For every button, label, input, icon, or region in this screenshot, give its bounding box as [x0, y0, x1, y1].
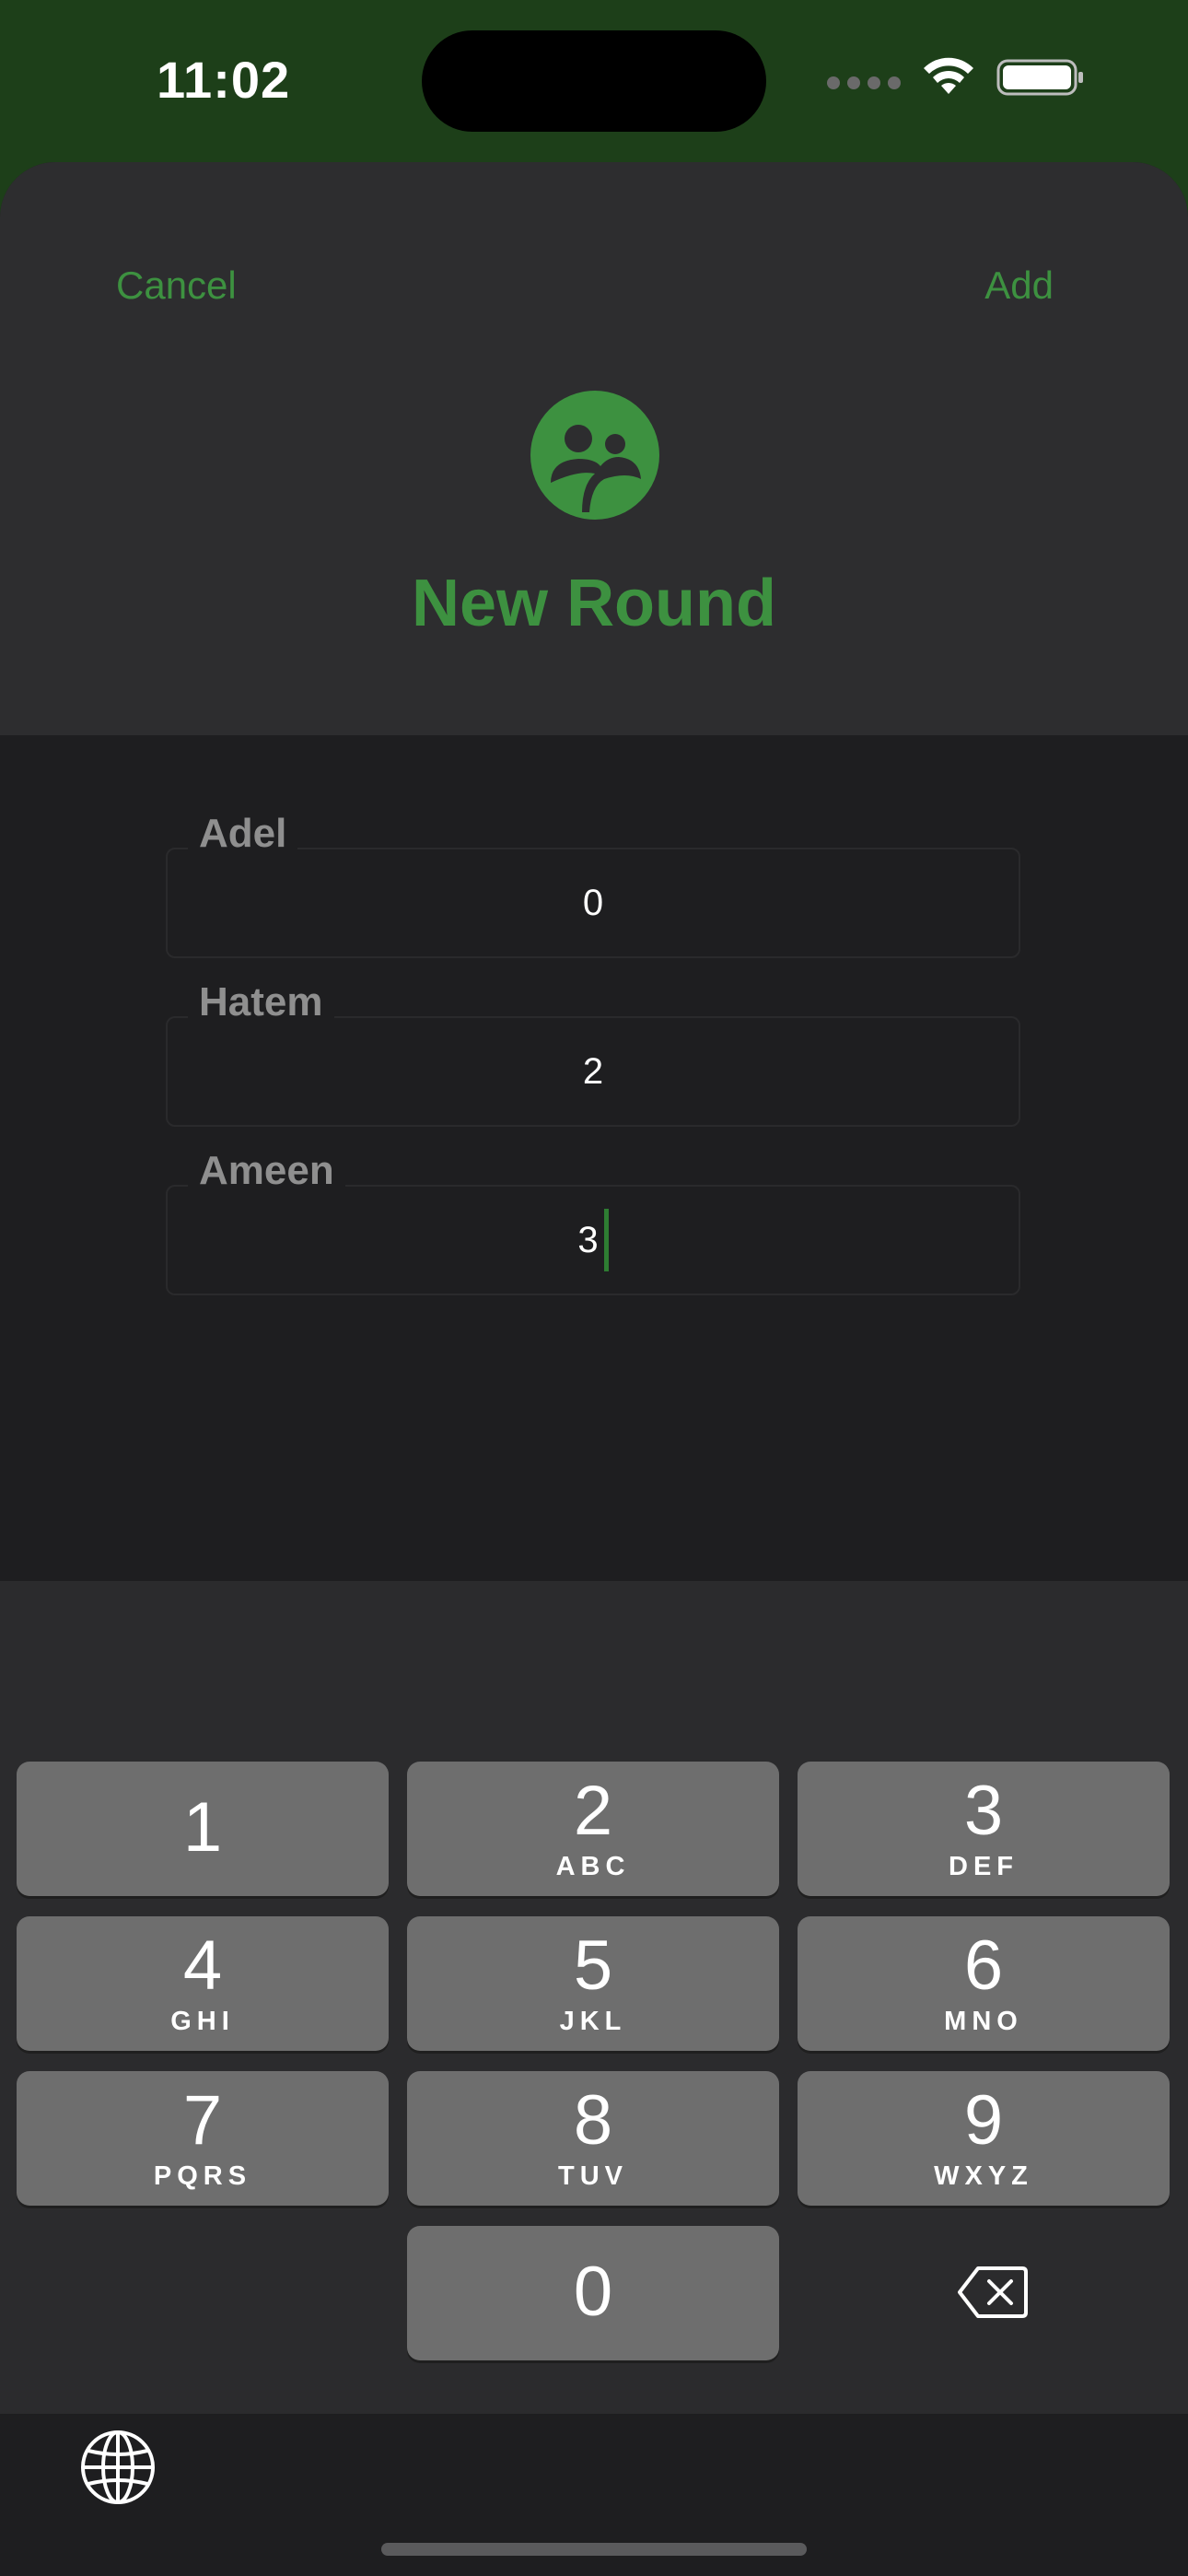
key-digit: 1	[182, 1788, 223, 1867]
page-title: New Round	[412, 567, 776, 640]
score-value: 2	[582, 1050, 604, 1092]
key-letters: MNO	[944, 2007, 1023, 2036]
key-0[interactable]: 0	[407, 2226, 779, 2360]
key-digit: 3	[963, 1772, 1004, 1850]
cancel-button[interactable]: Cancel	[116, 263, 237, 308]
status-bar: 11:02	[0, 0, 1188, 166]
key-digit: 0	[573, 2253, 613, 2331]
battery-icon	[996, 59, 1083, 96]
key-letters: TUV	[558, 2161, 628, 2191]
key-9[interactable]: 9 WXYZ	[798, 2071, 1170, 2206]
score-field-ameen[interactable]: Ameen 3	[166, 1148, 1020, 1295]
key-1[interactable]: 1	[17, 1762, 389, 1896]
key-digit: 9	[963, 2081, 1004, 2160]
key-5[interactable]: 5 JKL	[407, 1916, 779, 2051]
backspace-icon[interactable]	[956, 2265, 1030, 2320]
field-value[interactable]: 3	[168, 1187, 1019, 1294]
key-7[interactable]: 7 PQRS	[17, 2071, 389, 2206]
key-4[interactable]: 4 GHI	[17, 1916, 389, 2051]
key-letters: WXYZ	[934, 2161, 1033, 2191]
add-button[interactable]: Add	[984, 263, 1054, 308]
key-digit: 7	[182, 2081, 223, 2160]
status-icons	[827, 57, 1085, 98]
dynamic-island	[422, 30, 766, 132]
score-field-adel[interactable]: Adel 0	[166, 811, 1020, 958]
key-digit: 2	[573, 1772, 613, 1850]
key-2[interactable]: 2 ABC	[407, 1762, 779, 1896]
key-digit: 4	[182, 1926, 223, 2005]
key-digit: 5	[573, 1926, 613, 2005]
score-field-hatem[interactable]: Hatem 2	[166, 979, 1020, 1127]
text-caret	[603, 1209, 609, 1271]
sheet-header: Cancel Add New Round	[0, 162, 1188, 735]
key-3[interactable]: 3 DEF	[798, 1762, 1170, 1896]
status-time: 11:02	[157, 51, 291, 109]
field-value[interactable]: 0	[168, 849, 1019, 956]
key-letters: DEF	[949, 1852, 1019, 1881]
key-letters: PQRS	[153, 2161, 252, 2191]
key-digit: 8	[573, 2081, 613, 2160]
players-group-icon	[530, 391, 659, 520]
key-6[interactable]: 6 MNO	[798, 1916, 1170, 2051]
key-digit: 6	[963, 1926, 1004, 2005]
wifi-icon	[924, 57, 973, 94]
key-letters: GHI	[170, 2007, 235, 2036]
key-letters: ABC	[555, 1852, 631, 1881]
cellular-signal-icon	[827, 76, 901, 89]
globe-icon[interactable]	[79, 2429, 157, 2506]
score-value: 3	[577, 1219, 599, 1260]
key-8[interactable]: 8 TUV	[407, 2071, 779, 2206]
field-value[interactable]: 2	[168, 1018, 1019, 1125]
score-value: 0	[582, 882, 604, 923]
key-letters: JKL	[559, 2007, 627, 2036]
home-indicator[interactable]	[381, 2543, 807, 2556]
